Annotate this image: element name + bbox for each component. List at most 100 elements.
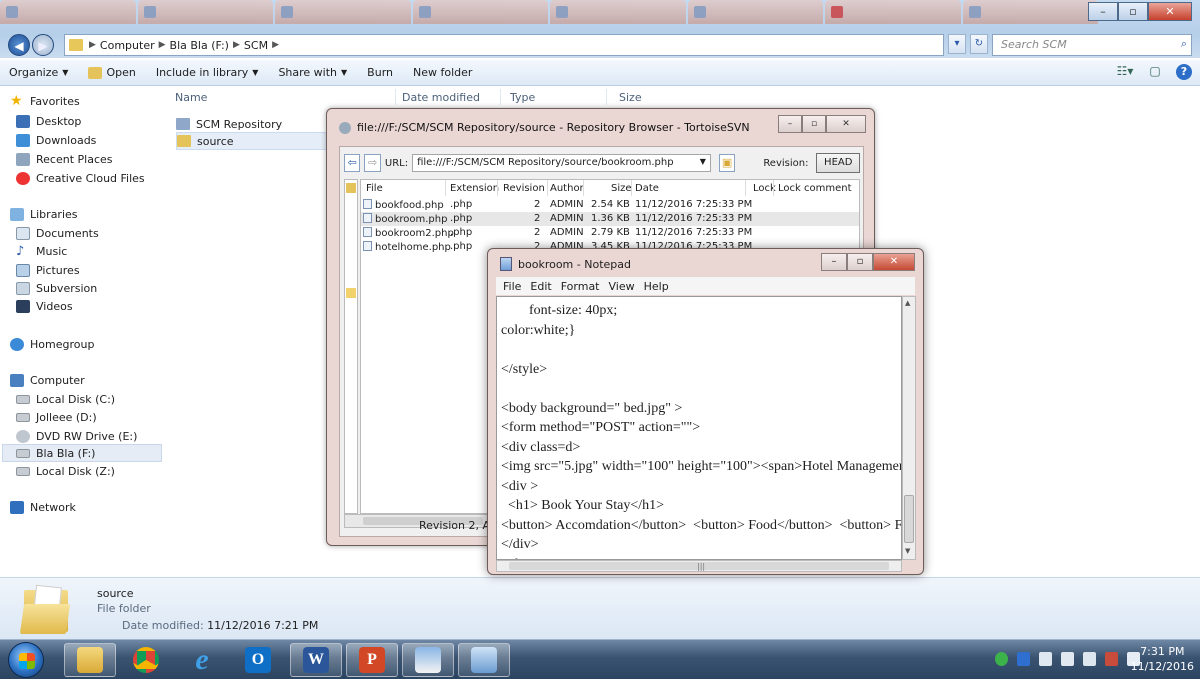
scrollbar-thumb[interactable] [904, 495, 914, 543]
organize-menu[interactable]: Organize ▼ [9, 66, 68, 79]
start-button[interactable] [8, 642, 44, 678]
bluetooth-icon[interactable] [1017, 652, 1030, 666]
maximize-button[interactable]: ▫ [847, 253, 873, 271]
repo-file-row[interactable]: bookroom2.php .php 2 ADMIN 2.79 KB 11/12… [361, 226, 859, 240]
nav-recent-places[interactable]: Recent Places [16, 153, 113, 166]
minimize-button[interactable]: – [778, 115, 802, 133]
open-button[interactable]: Open [88, 66, 136, 79]
column-header-date[interactable]: Date [635, 183, 659, 194]
vertical-scrollbar[interactable]: ▲ ▼ [902, 296, 916, 560]
column-header-date-modified[interactable]: Date modified [402, 91, 480, 104]
security-icon[interactable] [995, 652, 1008, 666]
address-dropdown-button[interactable]: ▾ [948, 34, 966, 54]
scroll-down-icon[interactable]: ▼ [905, 547, 910, 555]
close-button[interactable]: ✕ [826, 115, 866, 133]
breadcrumb[interactable]: ▶ Computer ▶ Bla Bla (F:) ▶ SCM ▶ [64, 34, 944, 56]
action-center-icon[interactable] [1105, 652, 1118, 666]
chevron-down-icon[interactable]: ▼ [700, 157, 706, 166]
forward-button[interactable]: ▶ [32, 34, 54, 56]
column-header-type[interactable]: Type [510, 91, 535, 104]
background-tab[interactable] [137, 0, 273, 24]
maximize-button[interactable]: ▫ [802, 115, 826, 133]
nav-drive-d[interactable]: Jolleee (D:) [16, 411, 97, 424]
browse-folder-icon[interactable]: ▣ [718, 154, 736, 172]
forward-arrow-icon[interactable]: ⇨ [364, 154, 381, 172]
nav-music[interactable]: ♪ Music [16, 245, 67, 258]
revision-button[interactable]: HEAD [816, 153, 860, 173]
column-header-file[interactable]: File [366, 183, 383, 194]
nav-drive-e[interactable]: DVD RW Drive (E:) [16, 430, 137, 443]
column-divider[interactable] [500, 89, 501, 105]
nav-desktop[interactable]: Desktop [16, 115, 81, 128]
column-divider[interactable] [606, 89, 607, 105]
taskbar-paint[interactable] [402, 643, 454, 677]
background-tab[interactable] [550, 0, 686, 24]
nav-videos[interactable]: Videos [16, 300, 73, 313]
column-header-lock-comment[interactable]: Lock comment [778, 183, 852, 194]
column-divider[interactable] [497, 180, 498, 196]
preview-pane-icon[interactable]: ▢ [1146, 64, 1164, 80]
nav-subversion[interactable]: Subversion [16, 282, 97, 295]
network-signal-icon[interactable] [1061, 652, 1074, 666]
scrollbar-thumb[interactable]: ||| [509, 562, 889, 571]
close-button[interactable]: ✕ [1148, 2, 1192, 21]
notepad-text-area[interactable]: font-size: 40px; color:white;} </style> … [496, 296, 902, 560]
volume-icon[interactable] [1083, 652, 1096, 666]
search-input[interactable]: Search SCM ⌕ [992, 34, 1192, 56]
column-divider[interactable] [547, 180, 548, 196]
nav-drive-f[interactable]: Bla Bla (F:) [16, 447, 95, 460]
file-row[interactable]: SCM Repository [176, 115, 336, 133]
file-row[interactable]: source [176, 132, 336, 150]
column-header-name[interactable]: Name [175, 91, 207, 104]
column-divider[interactable] [631, 180, 632, 196]
breadcrumb-item[interactable]: Computer [100, 39, 155, 52]
column-divider[interactable] [583, 180, 584, 196]
nav-favorites[interactable]: ★ Favorites [10, 94, 80, 108]
taskbar-powerpoint[interactable]: P [346, 643, 398, 677]
background-tab[interactable] [0, 0, 136, 24]
burn-button[interactable]: Burn [367, 66, 393, 79]
menu-help[interactable]: Help [644, 280, 669, 293]
maximize-button[interactable]: ▫ [1118, 2, 1148, 21]
minimize-button[interactable]: – [821, 253, 847, 271]
background-tab[interactable] [962, 0, 1098, 24]
taskbar-explorer[interactable] [64, 643, 116, 677]
scroll-up-icon[interactable]: ▲ [905, 299, 910, 307]
search-icon[interactable]: ⌕ [1181, 37, 1187, 51]
background-tab[interactable] [275, 0, 411, 24]
nav-drive-z[interactable]: Local Disk (Z:) [16, 465, 115, 478]
repo-file-row[interactable]: bookroom.php .php 2 ADMIN 1.36 KB 11/12/… [361, 212, 859, 226]
column-divider[interactable] [445, 180, 446, 196]
close-button[interactable]: ✕ [873, 253, 915, 271]
sync-icon[interactable] [1039, 652, 1052, 666]
nav-network[interactable]: Network [10, 501, 76, 514]
breadcrumb-item[interactable]: Bla Bla (F:) [170, 39, 229, 52]
horizontal-scrollbar[interactable]: ||| [496, 560, 902, 572]
repo-file-row[interactable]: bookfood.php .php 2 ADMIN 2.54 KB 11/12/… [361, 198, 859, 212]
background-tab[interactable] [412, 0, 548, 24]
share-with-menu[interactable]: Share with ▼ [278, 66, 347, 79]
column-header-revision[interactable]: Revision [503, 183, 545, 194]
back-button[interactable]: ◀ [8, 34, 30, 56]
repo-tree-pane[interactable] [344, 179, 358, 514]
new-folder-button[interactable]: New folder [413, 66, 472, 79]
taskbar-outlook[interactable]: O [232, 643, 284, 677]
refresh-button[interactable]: ↻ [970, 34, 988, 54]
column-header-size[interactable]: Size [611, 183, 632, 194]
breadcrumb-item[interactable]: SCM [244, 39, 268, 52]
include-in-library-menu[interactable]: Include in library ▼ [156, 66, 259, 79]
column-divider[interactable] [395, 89, 396, 105]
column-header-extension[interactable]: Extension [450, 183, 499, 194]
nav-creative-cloud[interactable]: Creative Cloud Files [16, 172, 145, 185]
nav-documents[interactable]: Documents [16, 227, 99, 240]
nav-downloads[interactable]: Downloads [16, 134, 96, 147]
nav-libraries[interactable]: Libraries [10, 208, 78, 221]
help-icon[interactable]: ? [1176, 64, 1192, 80]
nav-computer[interactable]: Computer [10, 374, 85, 387]
column-header-author[interactable]: Author [550, 183, 584, 194]
change-view-icon[interactable]: ☷▾ [1116, 64, 1134, 80]
nav-homegroup[interactable]: Homegroup [10, 338, 94, 351]
menu-view[interactable]: View [609, 280, 635, 293]
url-field[interactable]: file:///F:/SCM/SCM Repository/source/boo… [412, 154, 711, 172]
nav-pictures[interactable]: Pictures [16, 264, 80, 277]
